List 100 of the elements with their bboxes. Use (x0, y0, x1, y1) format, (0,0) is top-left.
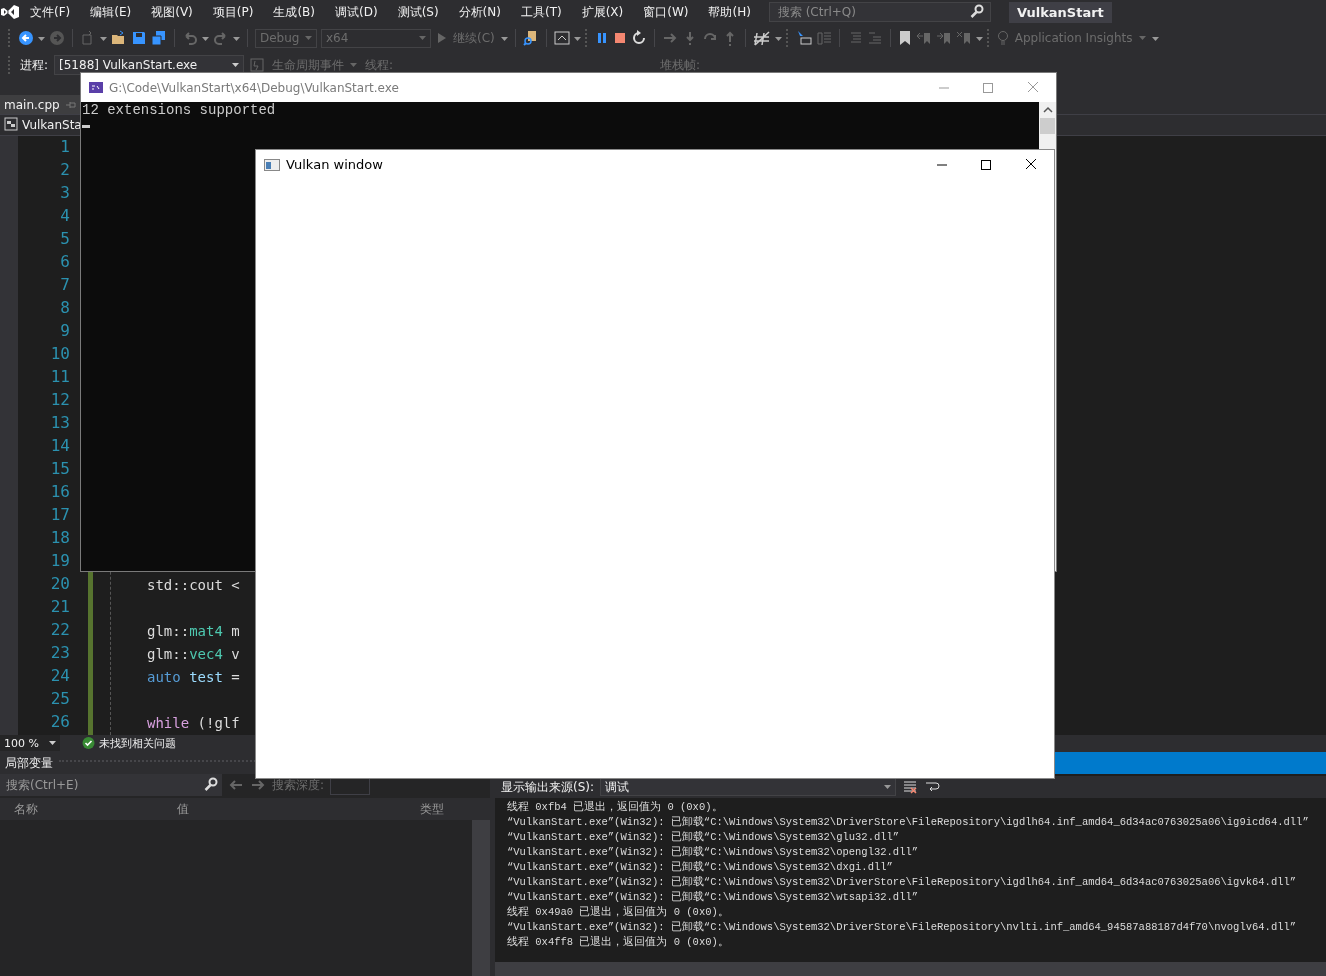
search-depth-label: 搜索深度: (272, 776, 325, 794)
back-icon[interactable] (18, 30, 34, 46)
window-icon (264, 156, 280, 173)
menu-item[interactable]: 编辑(E) (80, 3, 142, 21)
caret-icon (305, 35, 312, 41)
column-header[interactable]: 名称 (0, 800, 164, 818)
zoom-dropdown[interactable]: 100 % (0, 735, 60, 751)
search-box[interactable]: 搜索(Ctrl+E) (0, 774, 222, 796)
column-header[interactable]: 值 (163, 800, 407, 818)
line-number: 18 (49, 528, 70, 549)
panel-title: 局部变量 (5, 754, 53, 772)
scroll-thumb[interactable] (1040, 118, 1055, 134)
output-line: 线程 0x4ff8 已退出，返回值为 0 (0x0)。 (507, 935, 730, 950)
search-field[interactable]: 搜索(Ctrl+E) (4, 773, 188, 797)
window-title: Vulkan window (286, 157, 383, 172)
document-tab[interactable]: main.cpp (0, 95, 80, 114)
restart-icon[interactable] (630, 30, 647, 46)
cursor-box-icon[interactable] (795, 30, 812, 46)
search-icon (969, 4, 984, 20)
thread-label: 线程: (365, 56, 394, 74)
menu-item[interactable]: 测试(S) (387, 3, 449, 21)
horizontal-scrollbar[interactable] (495, 962, 1326, 976)
caret-icon (419, 35, 426, 41)
line-number: 3 (59, 183, 70, 204)
line-number: 16 (49, 482, 70, 503)
line-number: 21 (49, 597, 70, 618)
code-line: glm::vec4 v (147, 646, 240, 662)
find-file-icon[interactable] (522, 30, 539, 46)
menu-item[interactable]: 扩展(X) (571, 3, 634, 21)
check-circle-icon (82, 735, 95, 751)
line-number: 4 (59, 206, 70, 227)
line-number: 2 (59, 160, 70, 181)
window-icon[interactable] (553, 30, 570, 46)
menu-item[interactable]: 帮助(H) (698, 3, 761, 21)
line-number: 1 (59, 137, 70, 158)
code-line: glm::mat4 m (147, 623, 240, 639)
line-number: 22 (49, 620, 70, 641)
menu-item[interactable]: 视图(V) (141, 3, 203, 21)
window-title: G:\Code\VulkanStart\x64\Debug\VulkanStart.exe (109, 80, 399, 95)
console-icon (89, 79, 103, 96)
issues-status: 未找到相关问题 (99, 735, 176, 751)
visual-studio-logo-icon (0, 4, 20, 20)
output-line: 线程 0xfb4 已退出，返回值为 0 (0x0)。 (507, 800, 724, 815)
bookmark-next-icon[interactable] (935, 30, 952, 46)
menu-item[interactable]: 调试(D) (325, 3, 388, 21)
process-label: 进程: (20, 56, 49, 74)
menu-item[interactable]: 文件(F) (20, 3, 81, 21)
menu-item[interactable]: 工具(T) (510, 3, 572, 21)
line-number: 14 (49, 436, 70, 457)
open-folder-icon[interactable] (111, 30, 127, 46)
output-line: “VulkanStart.exe”(Win32): 已卸载“C:\Windows\System32\glu32.dll” (507, 830, 901, 845)
column-header[interactable]: 类型 (406, 800, 490, 818)
console-text: 12 extensions supported (82, 102, 277, 118)
line-number: 24 (49, 666, 70, 687)
code-line: while (!glf (147, 715, 240, 731)
output-line: “VulkanStart.exe”(Win32): 已卸载“C:\Windows\System32\opengl32.dll” (507, 845, 920, 860)
solution-title: VulkanStart (1008, 1, 1112, 23)
output-source-label: 显示输出来源(S): (501, 778, 595, 796)
undo-icon[interactable] (182, 30, 198, 46)
stop-icon[interactable] (612, 30, 627, 46)
redo-icon[interactable] (213, 30, 229, 46)
line-number: 6 (59, 252, 70, 273)
menu-item[interactable]: 窗口(W) (633, 3, 699, 21)
menu-item[interactable]: 项目(P) (202, 3, 264, 21)
menu-item[interactable]: 生成(B) (263, 3, 325, 21)
save-all-icon[interactable] (151, 30, 167, 46)
caret-icon (884, 784, 892, 790)
output-line: “VulkanStart.exe”(Win32): 已卸载“C:\Windows\System32\DriverStore\FileRepository\igdlh64.inf_amd64_6d34ac0763025a06\igvk64.dll” (507, 875, 1298, 890)
line-number: 13 (49, 413, 70, 434)
bookmark-clear-icon[interactable] (955, 30, 972, 46)
play-icon (437, 32, 447, 44)
line-number: 19 (49, 551, 70, 572)
line-number: 9 (59, 321, 70, 342)
line-number: 15 (49, 459, 70, 480)
code-line: auto test = (147, 669, 240, 685)
stack-frame-label: 堆栈帧: (659, 56, 700, 74)
output-line: “VulkanStart.exe”(Win32): 已卸载“C:\Windows\System32\DriverStore\FileRepository\nvlti.inf_amd64_94587a88187d4f70\nvoglv64.dll” (507, 920, 1298, 935)
project-icon (4, 117, 18, 133)
process-dropdown[interactable]: [5188] VulkanStart.exe (54, 55, 245, 75)
caret-icon (49, 740, 56, 746)
line-number: 8 (59, 298, 70, 319)
line-number: 12 (49, 390, 70, 411)
project-navigation[interactable]: VulkanSta (22, 118, 82, 132)
line-number: 10 (49, 344, 70, 365)
line-number: 26 (49, 712, 70, 733)
text-cursor (82, 125, 90, 128)
output-line: “VulkanStart.exe”(Win32): 已卸载“C:\Windows\System32\DriverStore\FileRepository\igdlh64.inf_amd64_6d34ac0763025a06\ig9icd64.dll” (507, 815, 1310, 830)
vertical-scrollbar[interactable] (472, 820, 490, 976)
save-icon[interactable] (131, 30, 147, 46)
caret-icon (1138, 35, 1146, 41)
menu-item[interactable]: 分析(N) (448, 3, 511, 21)
hex-tool-icon[interactable] (752, 30, 771, 46)
lifecycle-icon[interactable] (250, 57, 265, 73)
output-line: “VulkanStart.exe”(Win32): 已卸载“C:\Windows\System32\wtsapi32.dll” (507, 890, 920, 905)
clear-all-icon[interactable] (902, 779, 919, 795)
output-line: 线程 0x49a0 已退出，返回值为 0 (0x0)。 (507, 905, 730, 920)
search-icon (204, 777, 218, 793)
code-line: std::cout < (147, 577, 240, 593)
bookmark-icon[interactable] (897, 30, 912, 46)
caret-icon (232, 62, 240, 68)
